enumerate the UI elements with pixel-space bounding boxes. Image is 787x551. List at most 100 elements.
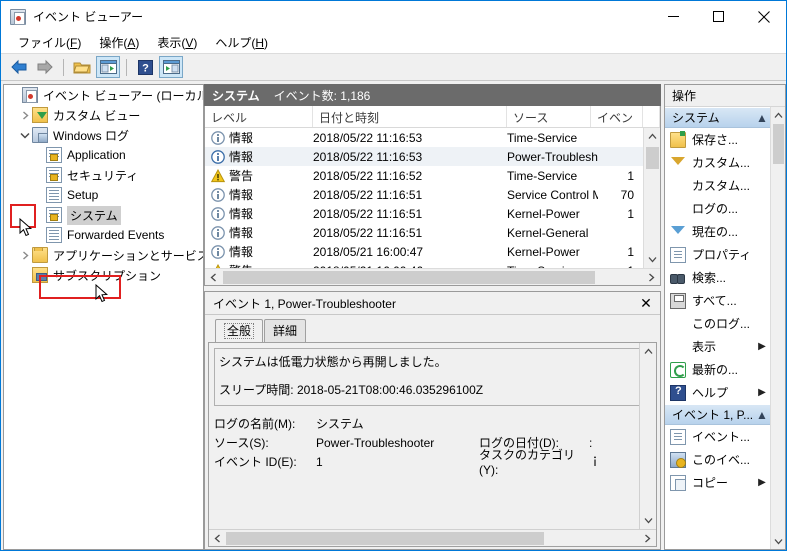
- action-import-custom-view[interactable]: カスタム...: [665, 174, 770, 197]
- row-datetime: 2018/05/22 11:16:52: [313, 168, 423, 183]
- column-header-datetime[interactable]: 日付と時刻: [313, 106, 507, 127]
- close-button[interactable]: [741, 1, 786, 32]
- event-detail-horizontal-scrollbar[interactable]: [209, 529, 656, 546]
- menu-bar: ファイル(F) 操作(A) 表示(V) ヘルプ(H): [1, 32, 786, 54]
- table-row[interactable]: 情報 2018/05/22 11:16:51 Service Control M…: [205, 185, 643, 204]
- mouse-cursor-system: [95, 283, 109, 307]
- action-attach-task-to-log[interactable]: このログ...: [665, 312, 770, 335]
- action-find[interactable]: 検索...: [665, 266, 770, 289]
- column-header-level[interactable]: レベル: [205, 106, 313, 127]
- chevron-right-icon[interactable]: [18, 107, 32, 123]
- action-attach-task-to-event[interactable]: このイベ...: [665, 448, 770, 471]
- row-level-label: 情報: [229, 207, 254, 221]
- back-icon[interactable]: [7, 56, 31, 78]
- tree-item-windows-logs[interactable]: Windows ログ: [4, 125, 203, 145]
- table-row[interactable]: 情報 2018/05/22 11:16:51 Kernel-General: [205, 223, 643, 242]
- row-source: Kernel-Power: [507, 244, 580, 259]
- submenu-arrow: ▶: [758, 341, 766, 352]
- scrollbar-thumb[interactable]: [223, 270, 595, 284]
- table-row[interactable]: 警告 2018/05/22 11:16:52 Time-Service 1: [205, 166, 643, 185]
- scrollbar-thumb[interactable]: [645, 147, 659, 169]
- menu-view[interactable]: 表示(V): [148, 32, 206, 53]
- scroll-down-icon[interactable]: [644, 251, 661, 268]
- help-icon[interactable]: ?: [133, 56, 157, 78]
- action-create-custom-view[interactable]: カスタム...: [665, 151, 770, 174]
- minimize-button[interactable]: [651, 1, 696, 32]
- scroll-right-icon[interactable]: [643, 269, 660, 286]
- submenu-arrow: ▶: [758, 387, 766, 398]
- chevron-up-icon[interactable]: ▲: [754, 408, 770, 422]
- event-list-column-headers: レベル 日付と時刻 ソース イベン: [205, 106, 660, 128]
- action-label: 保存さ...: [692, 133, 739, 147]
- open-folder-icon[interactable]: [70, 56, 94, 78]
- row-source: Time-Service: [507, 130, 578, 145]
- close-icon[interactable]: ✕: [638, 295, 654, 311]
- event-list-horizontal-scrollbar[interactable]: [205, 268, 660, 285]
- scroll-down-icon[interactable]: [771, 533, 786, 549]
- tree-item-subscriptions[interactable]: サブスクリプション: [4, 265, 203, 285]
- menu-help[interactable]: ヘルプ(H): [206, 32, 277, 53]
- action-view[interactable]: 表示 ▶: [665, 335, 770, 358]
- scroll-up-icon[interactable]: [771, 107, 786, 123]
- action-save-events[interactable]: 保存さ...: [665, 128, 770, 151]
- tree-item-custom-views[interactable]: カスタム ビュー: [4, 105, 203, 125]
- tree-item-event-viewer-root[interactable]: イベント ビューアー (ローカル): [4, 85, 203, 105]
- tab-details[interactable]: 詳細: [264, 319, 307, 342]
- event-list-vertical-scrollbar[interactable]: [643, 128, 660, 268]
- tree-item-security[interactable]: セキュリティ: [4, 165, 203, 185]
- table-row[interactable]: 情報 2018/05/22 11:16:51 Kernel-Power 1: [205, 204, 643, 223]
- column-header-source[interactable]: ソース: [507, 106, 591, 127]
- action-save-all-events[interactable]: すべて...: [665, 289, 770, 312]
- action-copy[interactable]: コピー ▶: [665, 471, 770, 494]
- tab-general[interactable]: 全般: [215, 319, 264, 342]
- scroll-right-icon[interactable]: [639, 530, 656, 547]
- tree-item-label: Setup: [67, 188, 99, 202]
- chevron-right-icon[interactable]: [18, 247, 32, 263]
- column-header-event-id[interactable]: イベン: [591, 106, 643, 127]
- action-clear-log[interactable]: ログの...: [665, 197, 770, 220]
- action-refresh[interactable]: 最新の...: [665, 358, 770, 381]
- actions-section-system[interactable]: システム ▲: [665, 107, 770, 128]
- row-datetime: 2018/05/22 11:16:51: [313, 187, 423, 202]
- blank-icon: [670, 201, 686, 217]
- tree-item-system[interactable]: システム: [4, 205, 203, 225]
- table-row[interactable]: 警告 2018/05/21 16:00:46 Time-Service 1: [205, 261, 643, 268]
- table-row[interactable]: 情報 2018/05/22 11:16:53 Time-Service: [205, 128, 643, 147]
- show-action-pane-icon[interactable]: [159, 56, 183, 78]
- log-icon: [46, 187, 62, 203]
- scroll-up-icon[interactable]: [640, 343, 657, 360]
- tree-item-application[interactable]: Application: [4, 145, 203, 165]
- tree-item-applications-and-services-logs[interactable]: アプリケーションとサービス ログ: [4, 245, 203, 265]
- action-event-properties[interactable]: イベント...: [665, 425, 770, 448]
- event-detail-pane: イベント 1, Power-Troubleshooter ✕ 全般 詳細 システ…: [204, 291, 661, 550]
- table-row[interactable]: 情報 2018/05/21 16:00:47 Kernel-Power 1: [205, 242, 643, 261]
- chevron-down-icon[interactable]: [18, 127, 32, 143]
- info-icon: [211, 130, 225, 145]
- tree-item-forwarded-events[interactable]: Forwarded Events: [4, 225, 203, 245]
- blank-icon: [670, 316, 686, 332]
- scrollbar-thumb[interactable]: [226, 531, 544, 545]
- actions-section-event[interactable]: イベント 1, P... ▲: [665, 404, 770, 425]
- row-level: 情報: [205, 205, 313, 222]
- scroll-up-icon[interactable]: [644, 128, 661, 145]
- menu-action[interactable]: 操作(A): [90, 32, 148, 53]
- event-detail-vertical-scrollbar[interactable]: [639, 343, 656, 529]
- show-tree-pane-icon[interactable]: [96, 56, 120, 78]
- action-filter-current-log[interactable]: 現在の...: [665, 220, 770, 243]
- scroll-down-icon[interactable]: [640, 512, 657, 529]
- action-properties[interactable]: プロパティ: [665, 243, 770, 266]
- forward-icon[interactable]: [33, 56, 57, 78]
- table-row[interactable]: 情報 2018/05/22 11:16:53 Power-Troubleshoo…: [205, 147, 643, 166]
- folder-icon: [32, 247, 48, 263]
- scroll-left-icon[interactable]: [205, 269, 222, 286]
- row-level-label: 情報: [229, 131, 254, 145]
- event-message-line1: システムは低電力状態から再開しました。: [219, 355, 447, 369]
- scroll-left-icon[interactable]: [209, 530, 226, 547]
- action-help[interactable]: ヘルプ ▶: [665, 381, 770, 404]
- actions-vertical-scrollbar[interactable]: [770, 107, 785, 549]
- chevron-up-icon[interactable]: ▲: [754, 111, 770, 125]
- maximize-button[interactable]: [696, 1, 741, 32]
- scrollbar-thumb[interactable]: [772, 124, 784, 164]
- tree-item-setup[interactable]: Setup: [4, 185, 203, 205]
- menu-file[interactable]: ファイル(F): [9, 32, 90, 53]
